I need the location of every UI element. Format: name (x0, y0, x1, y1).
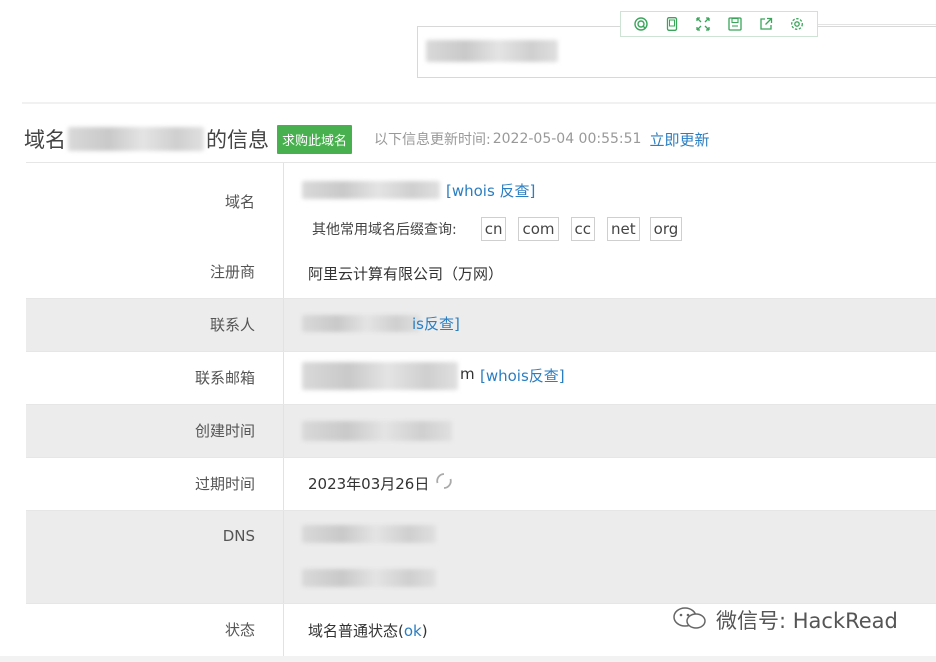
floating-toolbar (620, 11, 818, 37)
contact-whois-link[interactable]: is反查] (412, 313, 460, 334)
wechat-watermark: 微信号: HackRead (672, 605, 898, 635)
search-icon[interactable] (631, 14, 651, 34)
wechat-icon (672, 606, 708, 635)
table-row-created: 创建时间 (26, 405, 936, 458)
row-value-cell: m [whois反查] (284, 352, 936, 404)
watermark-text: 微信号: HackRead (716, 609, 898, 633)
registrar-value: 阿里云计算有限公司（万网） (308, 265, 504, 283)
dns-1-blurred (302, 525, 436, 543)
refresh-icon[interactable] (435, 472, 453, 494)
domain-info-header: 域名 的信息 求购此域名 以下信息更新时间: 2022-05-04 00:55:… (24, 122, 709, 156)
status-label: 状态 (26, 604, 284, 656)
domain-name-blurred (68, 127, 204, 151)
email-value-tail: m (460, 365, 475, 383)
save-icon[interactable] (725, 14, 745, 34)
toolbar-divider (818, 24, 936, 25)
mobile-icon[interactable] (662, 14, 682, 34)
expire-label: 过期时间 (26, 458, 284, 510)
row-value-cell: 2023年03月26日 (284, 458, 936, 510)
row-value-cell: is反查] (284, 299, 936, 351)
suffix-org-button[interactable]: org (649, 217, 683, 241)
contact-label: 联系人 (26, 299, 284, 351)
table-row-dns: DNS (26, 511, 936, 604)
email-label: 联系邮箱 (26, 352, 284, 404)
status-suffix: ) (421, 622, 428, 640)
row-value-cell (284, 511, 936, 603)
domain-value-blurred (302, 181, 440, 199)
domain-label: 域名 (224, 193, 255, 211)
expire-value: 2023年03月26日 (308, 474, 430, 493)
suffix-cc-button[interactable]: cc (570, 217, 596, 241)
email-value-blurred (302, 362, 458, 390)
suffix-com-button[interactable]: com (518, 217, 559, 241)
table-row-domain: 域名 注册商 [whois 反查] 其他常用域名后缀查询: cn com cc … (26, 163, 936, 299)
suffix-net-button[interactable]: net (607, 217, 640, 241)
search-input-blurred-text (426, 40, 558, 62)
update-time-label: 以下信息更新时间: (374, 132, 491, 148)
contact-value-blurred (302, 315, 420, 332)
row-label-cell: 域名 注册商 (26, 163, 284, 298)
update-now-link[interactable]: 立即更新 (649, 129, 709, 150)
row-value-cell: [whois 反查] 其他常用域名后缀查询: cn com cc net org… (284, 163, 936, 298)
suffix-cn-button[interactable]: cn (480, 217, 507, 241)
created-value-blurred (302, 421, 452, 441)
dns-2-blurred (302, 569, 436, 587)
table-row-contact: 联系人 is反查] (26, 299, 936, 352)
row-value-cell (284, 405, 936, 457)
page-title-prefix: 域名 (24, 128, 66, 152)
section-divider (22, 102, 936, 104)
row-label-cell: DNS (26, 511, 284, 603)
status-prefix: 域名普通状态( (308, 622, 404, 640)
whois-info-table: 域名 注册商 [whois 反查] 其他常用域名后缀查询: cn com cc … (26, 162, 936, 656)
share-icon[interactable] (756, 14, 776, 34)
email-whois-link[interactable]: [whois反查] (480, 365, 565, 386)
page-bottom-strip (0, 656, 936, 662)
suffix-query: 其他常用域名后缀查询: cn com cc net org (312, 217, 683, 241)
page-title-suffix: 的信息 (206, 128, 269, 152)
created-label: 创建时间 (26, 405, 284, 457)
table-row-email: 联系邮箱 m [whois反查] (26, 352, 936, 405)
buy-domain-button[interactable]: 求购此域名 (277, 124, 353, 154)
dns-label: DNS (222, 527, 255, 545)
whois-reverse-link[interactable]: [whois 反查] (446, 180, 535, 201)
fullscreen-icon[interactable] (693, 14, 713, 34)
settings-icon[interactable] (787, 14, 807, 34)
update-time-value: 2022-05-04 00:55:51 (492, 131, 642, 147)
suffix-query-label: 其他常用域名后缀查询: (312, 222, 457, 238)
table-row-expire: 过期时间 2023年03月26日 (26, 458, 936, 511)
registrar-label: 注册商 (209, 263, 255, 281)
status-ok-link[interactable]: ok (404, 622, 422, 640)
